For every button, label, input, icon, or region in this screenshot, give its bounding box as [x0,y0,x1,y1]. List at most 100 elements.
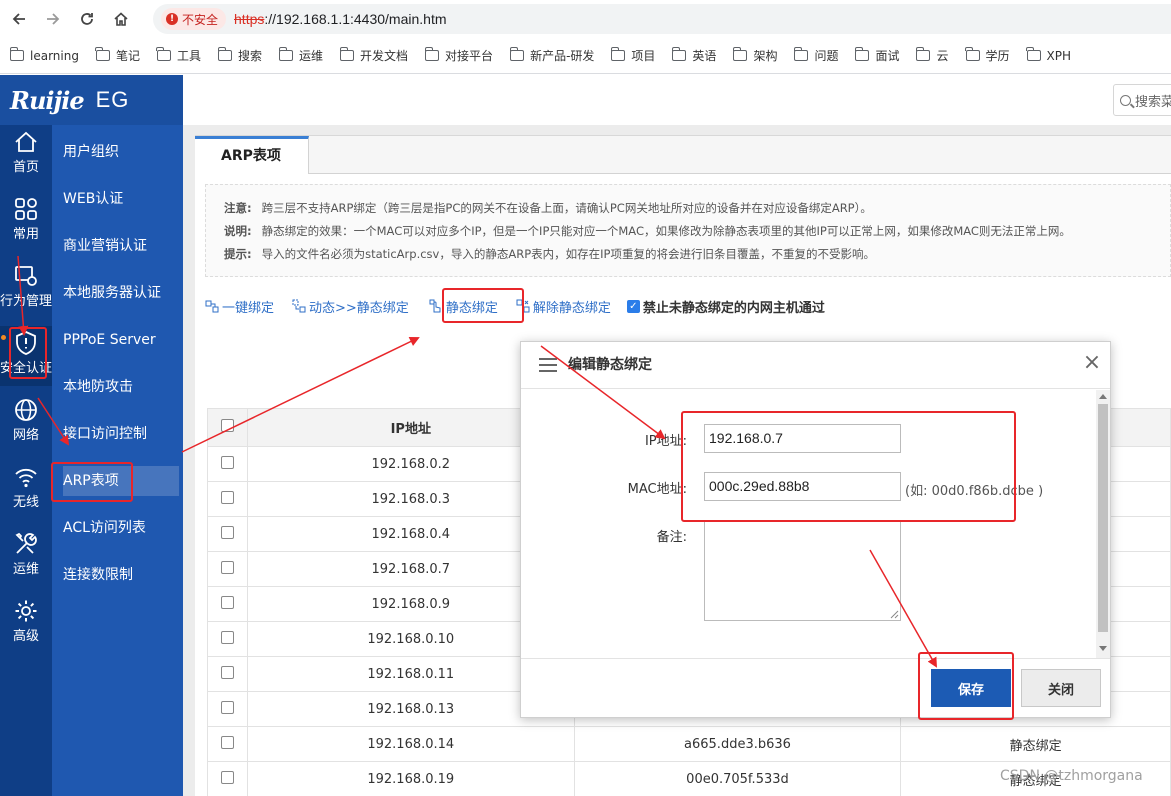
save-button[interactable]: 保存 [931,669,1011,707]
bookmark-label: 搜索 [238,49,263,63]
convert-icon [292,299,306,313]
bookmark-item[interactable]: 面试 [854,47,899,64]
submenu-item-anti-attack[interactable]: 本地防攻击 [63,372,179,402]
row-checkbox[interactable] [220,735,234,749]
note-key: 提示: [224,247,252,261]
row-select-cell[interactable] [207,726,248,762]
bookmark-item[interactable]: 运维 [278,47,323,64]
dynamic-to-static-button[interactable]: 动态>>静态绑定 [292,297,409,316]
row-select-cell[interactable] [207,761,248,796]
home-button[interactable] [104,0,138,38]
submenu-item-web-auth[interactable]: WEB认证 [63,184,179,214]
row-select-cell[interactable] [207,446,248,482]
bookmark-item[interactable]: 对接平台 [424,47,493,64]
row-checkbox[interactable] [220,700,234,714]
row-select-cell[interactable] [207,621,248,657]
close-button[interactable]: 关闭 [1021,669,1101,707]
mac-address-input[interactable]: 000c.29ed.88b8 [704,472,901,501]
row-checkbox[interactable] [220,665,234,679]
folder-icon [217,47,232,61]
notes-box: 注意: 跨三层不支持ARP绑定（跨三层是指PC的网关不在设备上面，请确认PC网关地… [205,184,1171,277]
submenu-item-marketing-auth[interactable]: 商业营销认证 [63,231,179,261]
submenu-item-user-org[interactable]: 用户组织 [63,137,179,167]
bookmark-item[interactable]: 开发文档 [339,47,408,64]
one-click-bind-button[interactable]: 一键绑定 [205,297,274,316]
ip-address-input[interactable]: 192.168.0.7 [704,424,901,453]
scroll-up-icon[interactable] [1099,394,1107,399]
row-checkbox[interactable] [220,630,234,644]
unbind-static-button[interactable]: 解除静态绑定 [516,297,611,316]
row-select-cell[interactable] [207,551,248,587]
bookmark-item[interactable]: 工具 [156,47,201,64]
row-select-cell[interactable] [207,516,248,552]
submenu-item-interface-acl[interactable]: 接口访问控制 [63,419,179,449]
row-select-cell[interactable] [207,481,248,517]
logo-model: EG [95,87,130,112]
sidebar-item-behavior[interactable]: 行为管理 [0,259,52,319]
bookmark-item[interactable]: learning [9,47,79,63]
menu-search-input[interactable]: 搜索菜 [1113,84,1171,116]
remark-textarea[interactable] [704,520,901,621]
block-unbound-checkbox[interactable]: ✓ 禁止未静态绑定的内网主机通过 [626,297,825,316]
folder-icon [95,47,110,61]
security-chip[interactable]: ! 不安全 [161,8,227,30]
row-select-cell[interactable] [207,656,248,692]
close-icon[interactable]: × [1081,352,1103,374]
monitor-icon [15,266,37,286]
back-button[interactable] [2,0,36,38]
note-key: 说明: [224,224,252,238]
note-line: 提示: 导入的文件名必须为staticArp.csv，导入的静态ARP表内，如存在… [224,243,1170,266]
bookmark-item[interactable]: XPH [1026,47,1071,63]
dialog-scrollbar[interactable] [1096,390,1110,658]
table-row[interactable]: 192.168.0.14 a665.dde3.b636 静态绑定 [207,726,1171,762]
submenu-item-arp-table[interactable]: ARP表项 [63,466,179,496]
sidebar-item-advanced[interactable]: 高级 [0,594,52,654]
forward-button[interactable] [36,0,70,38]
sidebar-item-home[interactable]: 首页 [0,125,52,185]
bookmark-item[interactable]: 搜索 [217,47,263,64]
select-all-checkbox[interactable] [220,419,234,432]
bookmark-item[interactable]: 新产品-研发 [509,47,594,64]
reload-button[interactable] [70,0,104,38]
submenu-item-pppoe-server[interactable]: PPPoE Server [63,325,179,355]
cell-ip: 192.168.0.19 [246,761,575,796]
bookmark-item[interactable]: 架构 [732,47,777,64]
select-all-cell[interactable] [207,408,248,447]
home-icon [114,12,128,26]
submenu-item-acl-list[interactable]: ACL访问列表 [63,513,179,543]
sidebar-item-common[interactable]: 常用 [0,192,52,252]
row-checkbox[interactable] [220,455,234,469]
bookmark-item[interactable]: 项目 [610,47,655,64]
sidebar-item-maintenance[interactable]: 运维 [0,527,52,587]
sidebar-item-wireless[interactable]: 无线 [0,460,52,520]
bookmark-item[interactable]: 英语 [671,47,716,64]
cell-mac: 00e0.705f.533d [573,761,902,796]
row-checkbox[interactable] [220,560,234,574]
folder-icon [509,47,525,61]
static-bind-button[interactable]: 静态绑定 [429,297,498,316]
bookmark-item[interactable]: 问题 [793,47,838,64]
sidebar-item-label: 安全认证 [0,361,53,376]
table-row[interactable]: 192.168.0.19 00e0.705f.533d 静态绑定 [207,761,1171,796]
submenu-item-local-server-auth[interactable]: 本地服务器认证 [63,278,179,308]
row-checkbox[interactable] [220,525,234,539]
bookmarks-bar: learning 笔记 工具 搜索 运维 开发文档 对接平台 新产品-研发 项目… [0,38,1171,74]
address-bar[interactable]: ! 不安全 https://192.168.1.1:4430/main.htm [153,4,1171,34]
row-checkbox[interactable] [220,770,234,784]
bookmark-item[interactable]: 云 [915,47,949,64]
sidebar-item-network[interactable]: 网络 [0,393,52,453]
row-checkbox[interactable] [220,595,234,609]
action-toolbar: 一键绑定 动态>>静态绑定 静态绑定 解除静态绑定 ✓ 禁止未静态绑定的内网主机… [205,291,1171,321]
row-checkbox[interactable] [220,490,234,504]
scroll-thumb[interactable] [1098,404,1108,632]
row-select-cell[interactable] [207,691,248,727]
sidebar-item-label: 网络 [12,428,39,443]
bookmark-item[interactable]: 学历 [965,47,1010,64]
tab-arp-table[interactable]: ARP表项 [195,136,309,174]
sidebar-item-security[interactable]: 安全认证 [0,326,52,386]
row-select-cell[interactable] [207,586,248,622]
warning-icon: ! [166,13,178,25]
bookmark-item[interactable]: 笔记 [95,47,140,64]
submenu-item-conn-limit[interactable]: 连接数限制 [63,560,179,590]
scroll-down-icon[interactable] [1099,646,1107,651]
